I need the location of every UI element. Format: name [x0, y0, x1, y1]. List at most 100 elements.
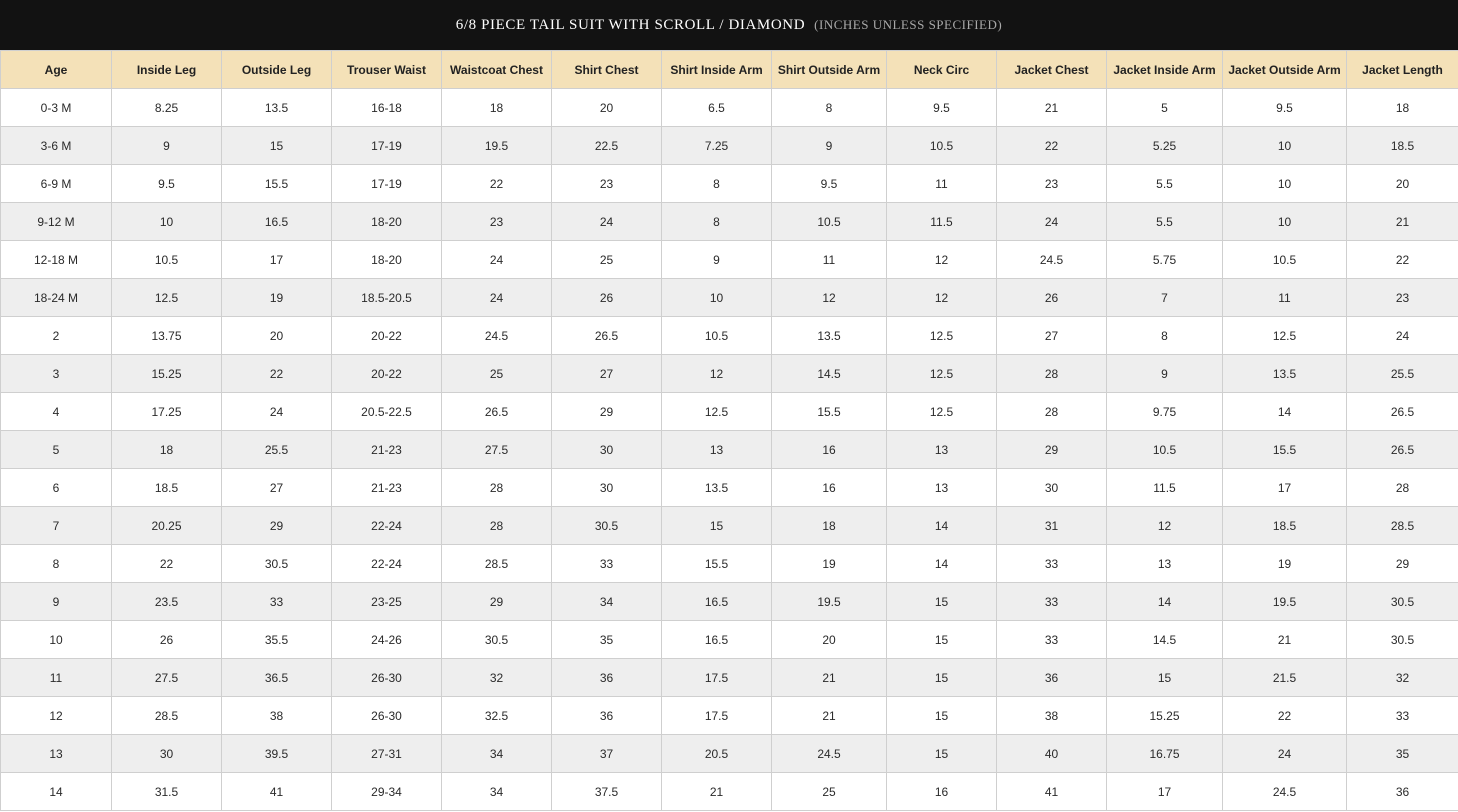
- table-cell: 33: [996, 544, 1107, 583]
- table-cell: 20.5: [661, 734, 772, 773]
- table-cell: 8: [1106, 316, 1223, 355]
- table-row: 8 22 30.5 22-24 28.5 33 15.5 19 14 33 13 19 29: [0, 544, 1458, 583]
- table-cell: 15: [886, 582, 997, 621]
- table-cell: 28: [441, 506, 552, 545]
- table-cell: 19.5: [771, 582, 887, 621]
- table-cell: 24: [221, 392, 332, 431]
- table-row: 13 30 39.5 27-31 34 37 20.5 24.5 15 40 16.75 24 35: [0, 734, 1458, 773]
- table-cell: 10.5: [886, 126, 997, 165]
- age-cell: 4: [0, 392, 112, 431]
- table-cell: 22: [1346, 240, 1458, 279]
- table-cell: 18: [1346, 88, 1458, 127]
- table-cell: 36.5: [221, 658, 332, 697]
- column-header: Jacket Chest: [996, 50, 1107, 89]
- table-cell: 16: [771, 430, 887, 469]
- table-cell: 16.75: [1106, 734, 1223, 773]
- table-row: 6 18.5 27 21-23 28 30 13.5 16 13 30 11.5 17 28: [0, 468, 1458, 507]
- table-cell: 5.75: [1106, 240, 1223, 279]
- table-cell: 13.5: [771, 316, 887, 355]
- age-cell: 0-3 M: [0, 88, 112, 127]
- column-header: Outside Leg: [221, 50, 332, 89]
- table-cell: 34: [441, 734, 552, 773]
- column-header: Shirt Outside Arm: [771, 50, 887, 89]
- table-cell: 21: [1222, 620, 1347, 659]
- table-cell: 22: [441, 164, 552, 203]
- table-cell: 16: [886, 772, 997, 811]
- table-cell: 24: [551, 202, 662, 241]
- table-cell: 28: [1346, 468, 1458, 507]
- table-cell: 9: [661, 240, 772, 279]
- table-cell: 17.5: [661, 658, 772, 697]
- table-cell: 15: [886, 734, 997, 773]
- table-cell: 24: [996, 202, 1107, 241]
- table-cell: 24: [441, 278, 552, 317]
- age-cell: 18-24 M: [0, 278, 112, 317]
- table-cell: 29: [441, 582, 552, 621]
- table-cell: 32: [441, 658, 552, 697]
- table-cell: 41: [221, 772, 332, 811]
- table-cell: 41: [996, 772, 1107, 811]
- table-cell: 27: [996, 316, 1107, 355]
- table-cell: 21: [996, 88, 1107, 127]
- table-cell: 28: [996, 354, 1107, 393]
- table-cell: 15: [886, 620, 997, 659]
- table-cell: 6.5: [661, 88, 772, 127]
- table-cell: 24: [1346, 316, 1458, 355]
- age-cell: 3: [0, 354, 112, 393]
- table-cell: 28.5: [441, 544, 552, 583]
- table-cell: 13: [886, 468, 997, 507]
- table-cell: 22-24: [331, 506, 442, 545]
- column-header: Jacket Outside Arm: [1222, 50, 1347, 89]
- table-cell: 15: [221, 126, 332, 165]
- table-cell: 13.5: [221, 88, 332, 127]
- table-cell: 29: [996, 430, 1107, 469]
- table-cell: 26.5: [441, 392, 552, 431]
- table-cell: 24: [441, 240, 552, 279]
- table-cell: 9: [111, 126, 222, 165]
- table-cell: 27-31: [331, 734, 442, 773]
- table-cell: 18: [111, 430, 222, 469]
- table-cell: 16.5: [221, 202, 332, 241]
- column-header: Shirt Inside Arm: [661, 50, 772, 89]
- table-cell: 11.5: [1106, 468, 1223, 507]
- table-cell: 9.5: [1222, 88, 1347, 127]
- table-cell: 20.5-22.5: [331, 392, 442, 431]
- table-cell: 26: [996, 278, 1107, 317]
- table-row: 0-3 M 8.25 13.5 16-18 18 20 6.5 8 9.5 21 5 9.5 18: [0, 88, 1458, 127]
- table-row: 10 26 35.5 24-26 30.5 35 16.5 20 15 33 14.5 21 30.5: [0, 620, 1458, 659]
- table-cell: 16.5: [661, 582, 772, 621]
- table-cell: 26-30: [331, 658, 442, 697]
- table-cell: 24-26: [331, 620, 442, 659]
- table-cell: 19: [221, 278, 332, 317]
- table-cell: 11: [886, 164, 997, 203]
- age-cell: 2: [0, 316, 112, 355]
- table-cell: 9.5: [771, 164, 887, 203]
- table-cell: 10.5: [1222, 240, 1347, 279]
- table-cell: 21-23: [331, 468, 442, 507]
- table-cell: 22: [221, 354, 332, 393]
- table-cell: 23: [996, 164, 1107, 203]
- table-cell: 26.5: [1346, 392, 1458, 431]
- table-cell: 15.25: [1106, 696, 1223, 735]
- table-cell: 9.5: [111, 164, 222, 203]
- table-cell: 24.5: [1222, 772, 1347, 811]
- table-cell: 20-22: [331, 354, 442, 393]
- table-cell: 22.5: [551, 126, 662, 165]
- table-row: 9-12 M 10 16.5 18-20 23 24 8 10.5 11.5 24 5.5 10 21: [0, 202, 1458, 241]
- table-cell: 28: [996, 392, 1107, 431]
- table-cell: 24.5: [441, 316, 552, 355]
- age-cell: 6: [0, 468, 112, 507]
- table-cell: 17-19: [331, 126, 442, 165]
- column-header: Jacket Length: [1346, 50, 1458, 89]
- table-cell: 27.5: [441, 430, 552, 469]
- table-cell: 17: [1222, 468, 1347, 507]
- table-cell: 15.5: [1222, 430, 1347, 469]
- table-cell: 17: [1106, 772, 1223, 811]
- table-cell: 38: [996, 696, 1107, 735]
- table-cell: 20: [1346, 164, 1458, 203]
- table-cell: 10: [1222, 164, 1347, 203]
- table-cell: 7.25: [661, 126, 772, 165]
- table-cell: 22: [111, 544, 222, 583]
- table-cell: 10.5: [1106, 430, 1223, 469]
- table-cell: 9: [771, 126, 887, 165]
